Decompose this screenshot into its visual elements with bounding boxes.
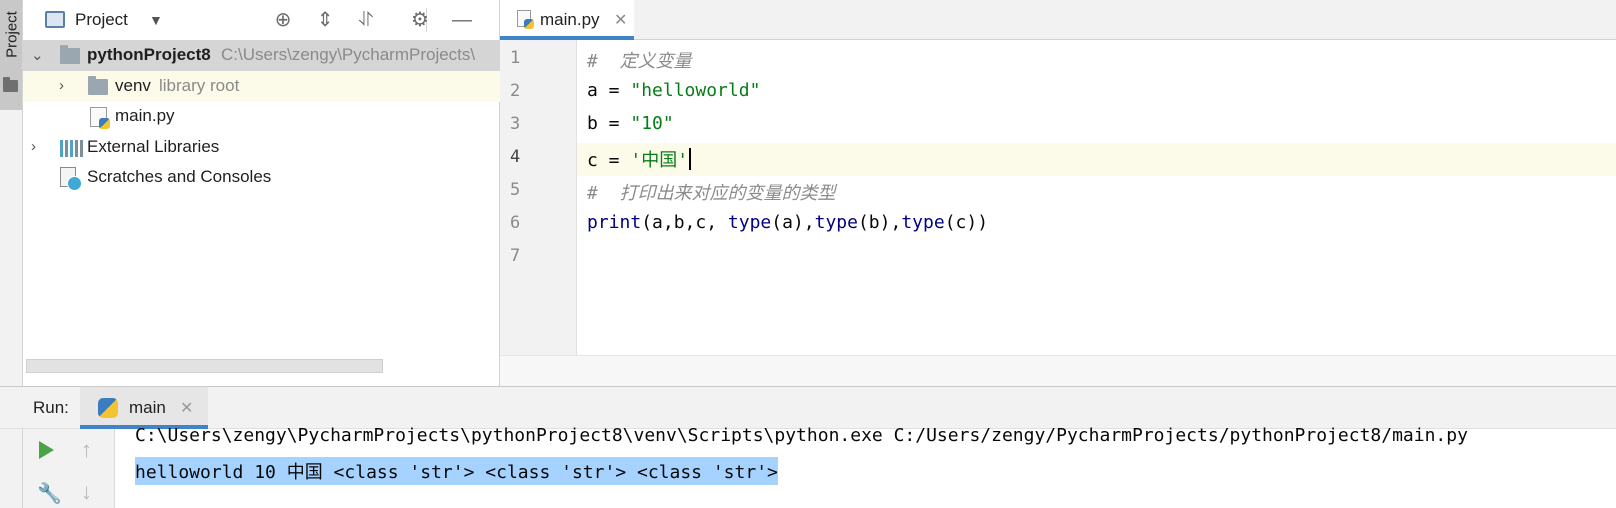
tree-item-label: main.py (115, 106, 175, 125)
code-line-1[interactable]: # 定义变量 (587, 47, 692, 73)
scratches-icon (60, 167, 82, 191)
run-panel: Run: main ✕ 🔧 ↑ ↓ C:\Users\zengy\Pycharm… (0, 386, 1616, 508)
code-builtin: type (814, 212, 858, 233)
chevron-right-icon[interactable]: › (31, 138, 36, 155)
chevron-down-icon[interactable]: ▼ (149, 12, 163, 28)
tree-item-main-py[interactable]: main.py (23, 101, 500, 132)
code-token: (c)) (944, 212, 989, 233)
left-tool-strip: Project (0, 0, 23, 386)
run-icon[interactable] (39, 441, 54, 459)
python-file-icon (517, 10, 534, 29)
line-number: 6 (510, 213, 521, 233)
line-number: 5 (510, 180, 521, 200)
console-line-command: C:\Users\zengy\PycharmProjects\pythonPro… (135, 425, 1468, 446)
run-tab-main[interactable]: main ✕ (80, 387, 208, 429)
tree-item-scratches[interactable]: Scratches and Consoles (23, 162, 500, 193)
run-header: Run: main ✕ (0, 387, 1616, 429)
chevron-right-icon[interactable]: › (59, 77, 64, 94)
line-number: 2 (510, 81, 521, 101)
folder-icon (3, 77, 18, 92)
tree-item-label: External Libraries (87, 137, 220, 156)
code-token: (a,b,c, (641, 212, 728, 233)
current-line-highlight (577, 143, 1616, 176)
tab-label: main.py (540, 10, 600, 29)
horizontal-scrollbar[interactable] (26, 359, 383, 373)
minimize-icon[interactable]: — (450, 8, 474, 32)
run-left-strip (0, 429, 23, 508)
code-line-6[interactable]: print(a,b,c, type(a),type(b),type(c)) (587, 212, 988, 233)
code-builtin: type (727, 212, 772, 233)
folder-icon (60, 45, 80, 64)
tree-item-pythonproject8[interactable]: ⌄ pythonProject8 C:\Users\zengy\PycharmP… (23, 40, 500, 71)
tree-item-venv[interactable]: › venv library root (23, 71, 500, 102)
editor: main.py ✕ 1 2 3 4 5 6 7 # 定义变量 a = "hell… (500, 0, 1616, 386)
run-panel-title: Run: (33, 398, 69, 417)
code-token: c = (587, 150, 631, 171)
console-line-output: helloworld 10 中国 <class 'str'> <class 's… (135, 457, 778, 485)
project-panel-title[interactable]: Project (75, 10, 128, 30)
tree-item-external-libraries[interactable]: › External Libraries (23, 132, 500, 163)
code-token: (a), (771, 212, 815, 233)
expand-all-icon[interactable]: ⇕ (313, 8, 337, 32)
arrow-down-icon[interactable]: ↓ (81, 479, 92, 505)
tree-item-label: venv (115, 76, 151, 95)
editor-tab-bar: main.py ✕ (500, 0, 1616, 40)
code-builtin: type (901, 212, 945, 233)
text-caret (689, 148, 692, 170)
tree-item-label: pythonProject8 (87, 45, 211, 64)
code-line-2[interactable]: a = "helloworld" (587, 80, 760, 101)
python-file-icon (90, 107, 110, 129)
code-token: (b), (857, 212, 902, 233)
folder-icon (88, 76, 108, 95)
editor-footer (500, 355, 1616, 386)
code-line-3[interactable]: b = "10" (587, 113, 674, 134)
libraries-icon (60, 140, 83, 157)
close-icon[interactable]: ✕ (614, 10, 627, 30)
run-tab-label: main (129, 398, 166, 417)
collapse-all-icon[interactable]: ⥯ (354, 8, 378, 32)
tree-item-path: library root (159, 76, 240, 95)
code-builtin: print (587, 212, 642, 233)
line-number: 7 (510, 246, 521, 266)
wrench-icon[interactable]: 🔧 (37, 481, 62, 506)
python-icon (98, 398, 118, 418)
tab-main-py[interactable]: main.py ✕ (500, 0, 634, 40)
line-number: 1 (510, 48, 521, 68)
locate-icon[interactable]: ⊕ (271, 8, 295, 32)
code-comment: # 打印出来对应的变量的类型 (587, 183, 836, 204)
project-panel: Project ▼ ⊕ ⇕ ⥯ ⚙ — ⌄ pythonProject8 C:\… (23, 0, 500, 386)
tree-item-path: C:\Users\zengy\PycharmProjects\ (221, 45, 476, 64)
code-string: "helloworld" (630, 80, 761, 101)
code-string: "10" (630, 113, 674, 134)
chevron-down-icon[interactable]: ⌄ (31, 46, 44, 64)
gear-icon[interactable]: ⚙ (408, 8, 432, 32)
code-line-4[interactable]: c = '中国' (587, 146, 692, 172)
line-number: 4 (510, 147, 521, 167)
project-tool-tab-label: Project (3, 11, 21, 58)
line-number: 3 (510, 114, 521, 134)
close-icon[interactable]: ✕ (180, 398, 193, 418)
tree-item-label: Scratches and Consoles (87, 167, 272, 186)
run-toolbar: 🔧 ↑ ↓ (23, 429, 115, 508)
project-view-icon (45, 11, 65, 28)
arrow-up-icon[interactable]: ↑ (81, 437, 92, 463)
project-toolbar: Project ▼ ⊕ ⇕ ⥯ ⚙ — (23, 0, 500, 40)
code-line-5[interactable]: # 打印出来对应的变量的类型 (587, 179, 836, 205)
project-tool-tab[interactable]: Project (0, 0, 22, 110)
code-token: a = (587, 80, 631, 101)
code-string: '中国' (630, 150, 689, 171)
code-comment: # 定义变量 (587, 51, 692, 72)
line-number-gutter: 1 2 3 4 5 6 7 (500, 40, 577, 355)
code-token: b = (587, 113, 631, 134)
